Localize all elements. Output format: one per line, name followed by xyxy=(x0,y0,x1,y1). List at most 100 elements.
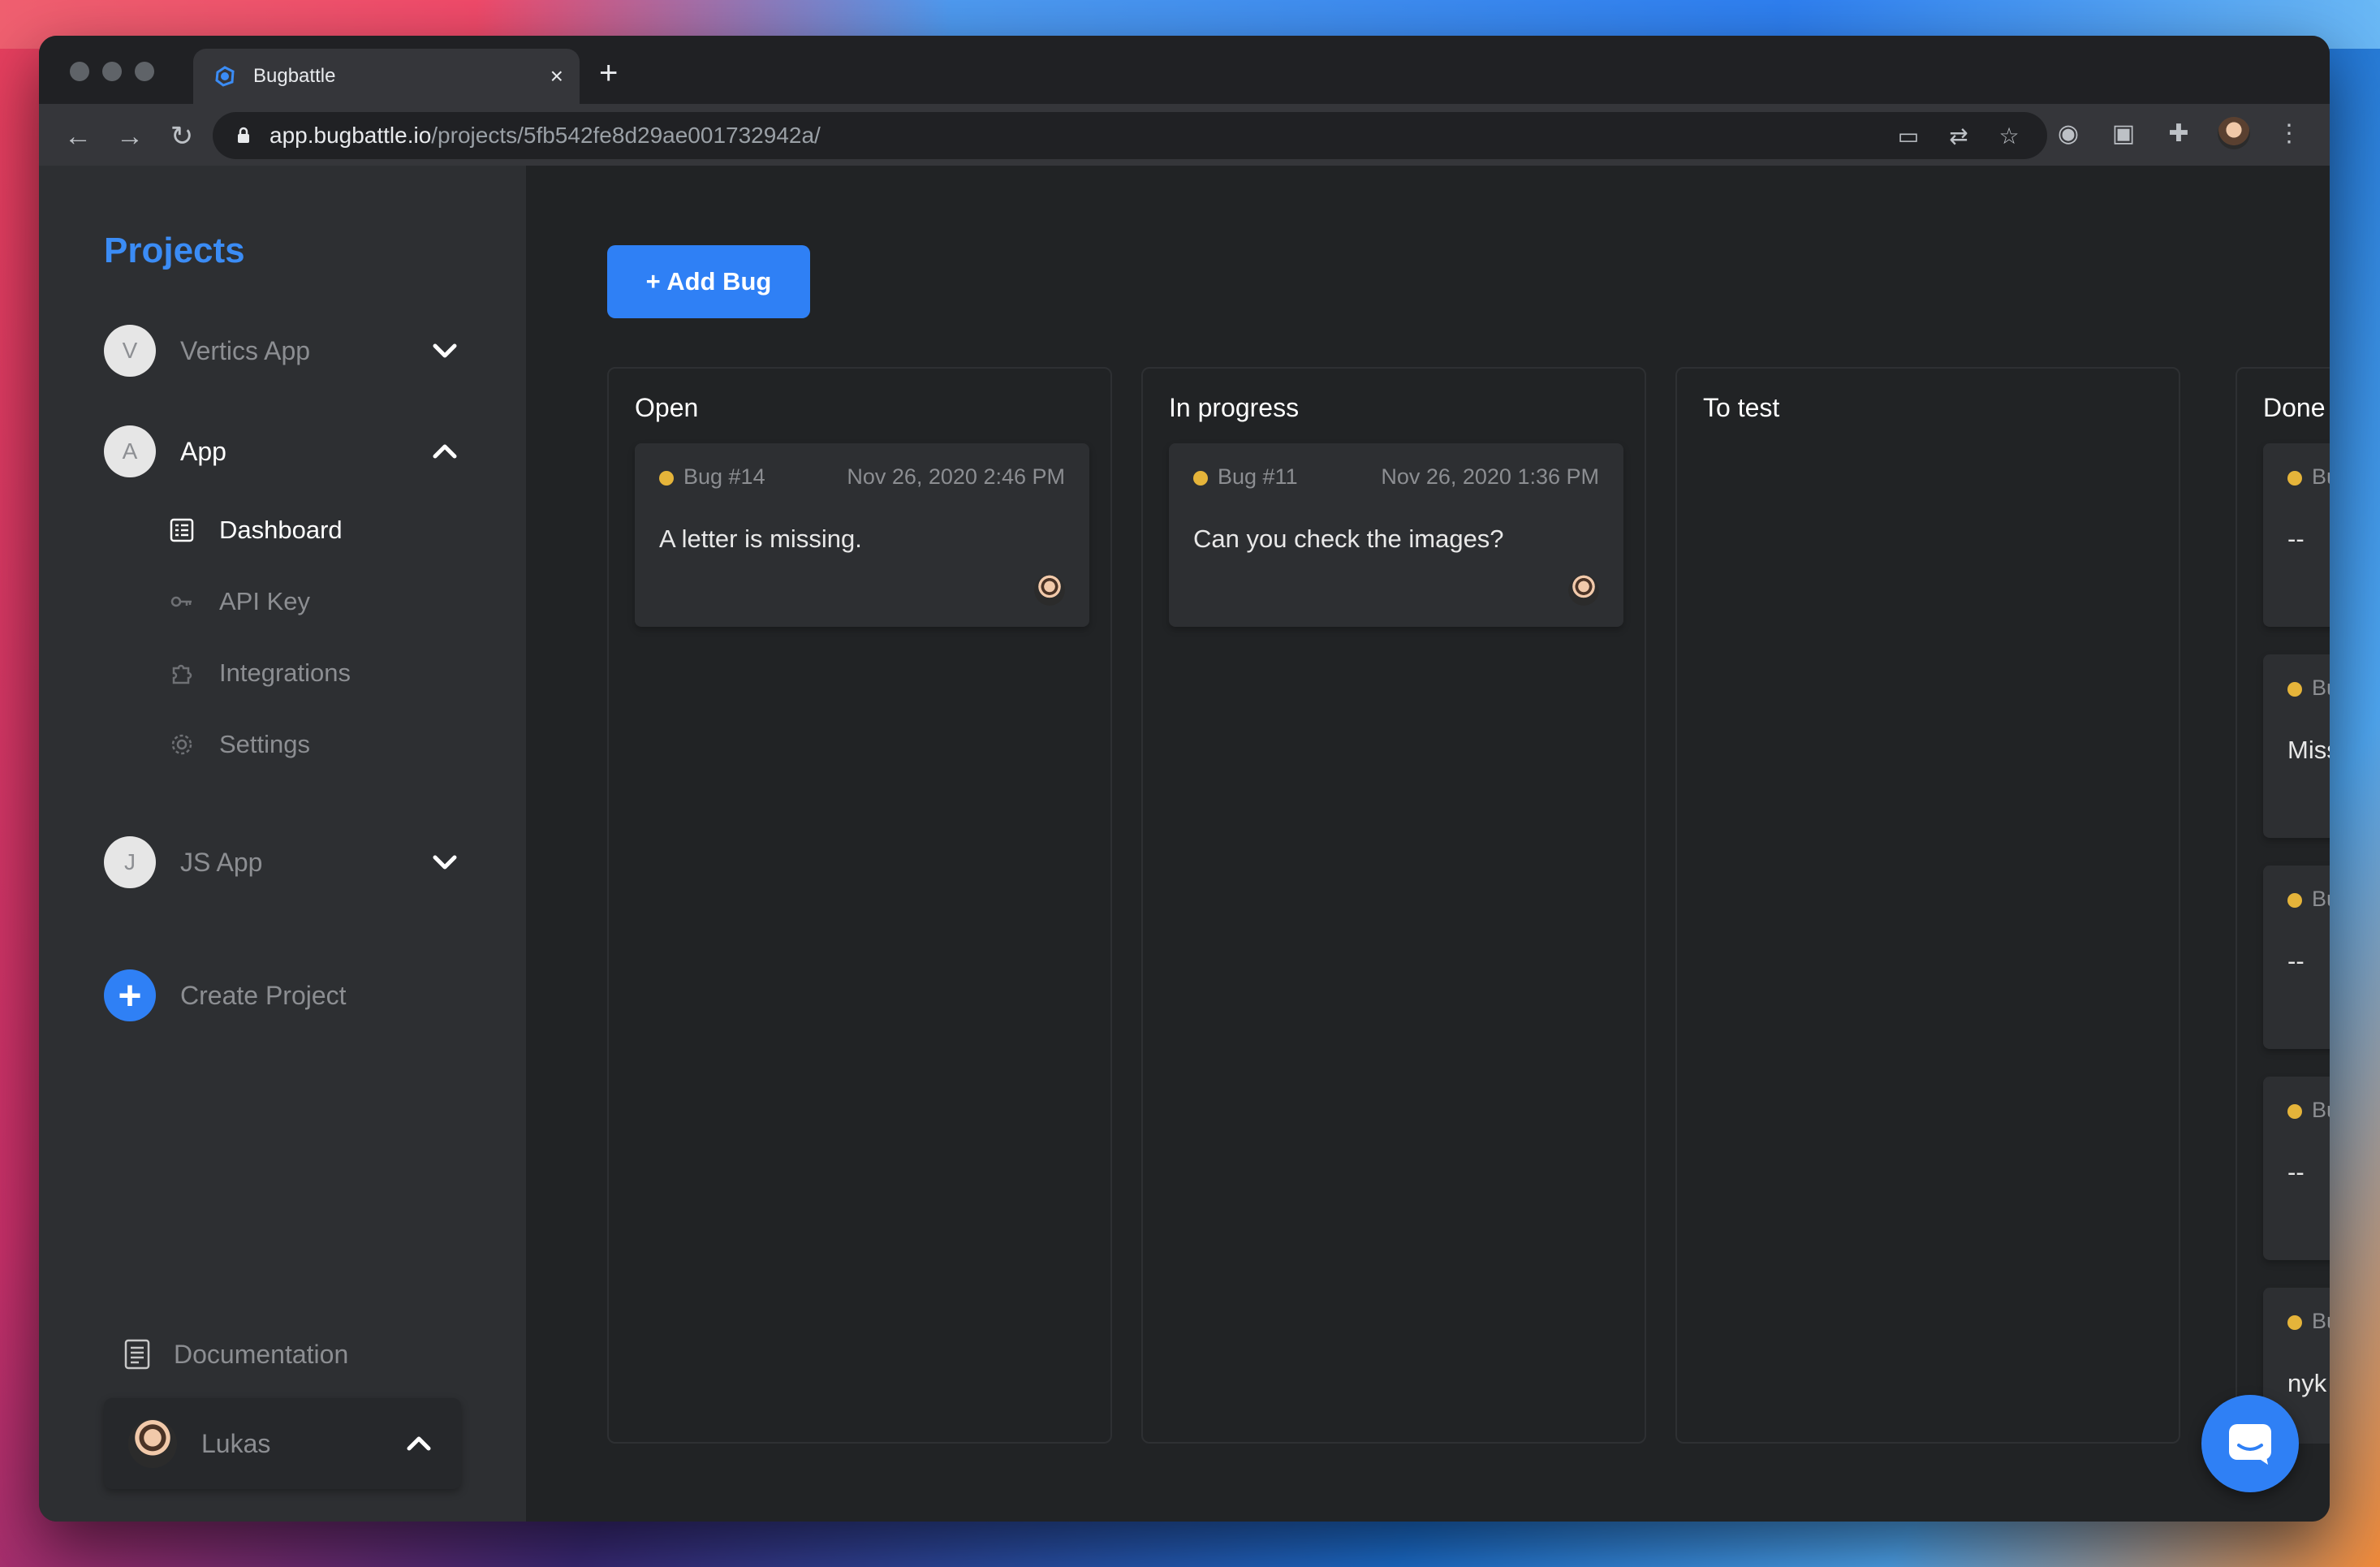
cast-icon[interactable]: ▭ xyxy=(1895,122,1922,149)
avatar xyxy=(128,1419,177,1468)
column-done-clip: Done Bug -- Bug Missir Bug -- xyxy=(2236,367,2330,1444)
bug-card[interactable]: Bug -- xyxy=(2263,866,2330,1049)
extension-icons: ◉ ▣ ✚ ⋮ xyxy=(2052,117,2305,149)
puzzle-icon xyxy=(167,658,196,688)
status-dot xyxy=(2287,471,2302,486)
sidebar-item-label: Dashboard xyxy=(219,516,343,544)
url-path: /projects/5fb542fe8d29ae001732942a/ xyxy=(431,123,821,148)
sidebar-item-integrations[interactable]: Integrations xyxy=(167,653,351,693)
close-tab-icon[interactable]: × xyxy=(550,65,563,88)
bug-description: Can you check the images? xyxy=(1193,524,1504,553)
chevron-up-icon[interactable] xyxy=(429,435,461,468)
documentation-label: Documentation xyxy=(174,1339,349,1369)
back-icon[interactable]: ← xyxy=(62,120,94,153)
user-name: Lukas xyxy=(201,1428,271,1458)
url-text: app.bugbattle.io/projects/5fb542fe8d29ae… xyxy=(269,123,821,149)
project-vertics-app[interactable]: V Vertics App xyxy=(104,325,461,377)
project-avatar: J xyxy=(104,836,156,888)
project-name: App xyxy=(180,436,226,466)
chat-icon xyxy=(2229,1424,2271,1465)
bug-description: nyk xyxy=(2287,1369,2327,1397)
bug-card[interactable]: Bug #11 Nov 26, 2020 1:36 PM Can you che… xyxy=(1169,443,1623,627)
browser-toolbar: ← → ↻ app.bugbattle.io/projects/5fb542fe… xyxy=(39,104,2330,166)
project-js-app[interactable]: J JS App xyxy=(104,836,461,888)
column-title: In progress xyxy=(1169,393,1300,422)
column-title: Open xyxy=(635,393,699,422)
minimize-window-button[interactable] xyxy=(102,62,122,81)
bug-description: -- xyxy=(2287,1158,2305,1186)
kanban-board: + Add Bug Open Bug #14 Nov 26, 2020 2:46… xyxy=(526,166,2330,1522)
chat-widget-button[interactable] xyxy=(2201,1395,2299,1492)
bug-id: Bug #14 xyxy=(683,464,765,489)
sidebar-item-settings[interactable]: Settings xyxy=(167,724,310,765)
browser-tab[interactable]: Bugbattle × xyxy=(193,49,580,104)
sidebar-item-dashboard[interactable]: Dashboard xyxy=(167,510,343,550)
project-name: Vertics App xyxy=(180,335,311,365)
project-app[interactable]: A App xyxy=(104,425,461,477)
column-title: Done xyxy=(2263,393,2326,422)
sidebar-item-label: Settings xyxy=(219,730,311,758)
document-icon xyxy=(124,1339,150,1370)
window-controls xyxy=(70,62,154,81)
bug-description: -- xyxy=(2287,524,2305,553)
column-in-progress: In progress Bug #11 Nov 26, 2020 1:36 PM… xyxy=(1141,367,1646,1444)
reload-icon[interactable]: ↻ xyxy=(166,120,198,153)
chevron-down-icon[interactable] xyxy=(429,335,461,367)
plus-icon: + xyxy=(104,969,156,1021)
bug-card[interactable]: Bug -- xyxy=(2263,1077,2330,1260)
bug-id: Bug xyxy=(2312,464,2330,489)
translate-icon[interactable]: ⇄ xyxy=(1945,122,1973,149)
browser-menu-icon[interactable]: ⋮ xyxy=(2273,117,2305,149)
key-icon xyxy=(167,587,196,616)
profile-avatar-icon[interactable] xyxy=(2218,117,2250,149)
extensions-puzzle-icon[interactable]: ✚ xyxy=(2162,117,2195,149)
chevron-up-icon[interactable] xyxy=(403,1427,435,1460)
sidebar-item-label: API Key xyxy=(219,587,310,615)
column-done: Done Bug -- Bug Missir Bug -- xyxy=(2236,367,2330,1444)
status-dot xyxy=(2287,893,2302,908)
bug-card[interactable]: Bug #14 Nov 26, 2020 2:46 PM A letter is… xyxy=(635,443,1089,627)
user-menu[interactable]: Lukas xyxy=(104,1398,461,1489)
new-tab-button[interactable]: + xyxy=(599,57,618,89)
assignee-avatar xyxy=(1034,575,1065,606)
column-open: Open Bug #14 Nov 26, 2020 2:46 PM A lett… xyxy=(607,367,1112,1444)
project-name: JS App xyxy=(180,847,263,877)
bug-card[interactable]: Bug -- xyxy=(2263,443,2330,627)
sidebar-title: Projects xyxy=(104,231,245,270)
status-dot xyxy=(2287,1315,2302,1330)
bugbattle-favicon-icon xyxy=(215,66,235,87)
create-project-button[interactable]: + Create Project xyxy=(104,969,347,1021)
tab-title: Bugbattle xyxy=(253,65,336,87)
close-window-button[interactable] xyxy=(70,62,89,81)
column-title: To test xyxy=(1703,393,1780,422)
sidebar: Projects V Vertics App A App Dashboard A… xyxy=(39,166,526,1522)
bookmark-star-icon[interactable]: ☆ xyxy=(1995,122,2023,149)
bug-date: Nov 26, 2020 2:46 PM xyxy=(847,464,1065,489)
status-dot xyxy=(2287,682,2302,697)
bug-card[interactable]: Bug Missir xyxy=(2263,654,2330,838)
status-dot xyxy=(2287,1104,2302,1119)
sidebar-item-label: Integrations xyxy=(219,658,351,687)
lock-icon xyxy=(238,127,249,143)
bug-date: Nov 26, 2020 1:36 PM xyxy=(1381,464,1599,489)
navigation-buttons: ← → ↻ xyxy=(62,120,198,153)
maximize-window-button[interactable] xyxy=(135,62,154,81)
chevron-down-icon[interactable] xyxy=(429,846,461,878)
password-manager-extension-icon[interactable]: ◉ xyxy=(2052,117,2085,149)
address-bar-actions: ▭ ⇄ ☆ xyxy=(1895,122,2023,149)
project-avatar: V xyxy=(104,325,156,377)
add-bug-button[interactable]: + Add Bug xyxy=(607,245,810,318)
sidebar-item-api-key[interactable]: API Key xyxy=(167,581,310,622)
bug-id: Bug xyxy=(2312,1309,2330,1333)
bug-description: A letter is missing. xyxy=(659,524,862,553)
assignee-avatar xyxy=(1568,575,1599,606)
bug-description: -- xyxy=(2287,947,2305,975)
url-host: app.bugbattle.io xyxy=(269,123,432,148)
address-bar[interactable]: app.bugbattle.io/projects/5fb542fe8d29ae… xyxy=(213,112,2047,159)
tab-strip: Bugbattle × + xyxy=(39,36,2330,104)
status-dot xyxy=(659,471,674,486)
bug-id: Bug xyxy=(2312,1098,2330,1122)
documentation-link[interactable]: Documentation xyxy=(123,1332,348,1377)
forward-icon[interactable]: → xyxy=(114,120,146,153)
bitwarden-extension-icon[interactable]: ▣ xyxy=(2107,117,2140,149)
